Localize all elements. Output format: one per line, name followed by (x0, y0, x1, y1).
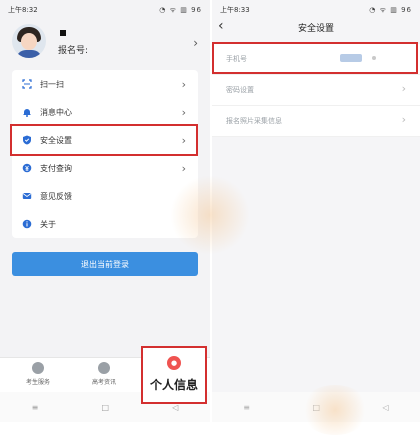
tab-news[interactable]: 高考资讯 (74, 362, 134, 386)
status-time: 上午8:32 (8, 6, 38, 14)
profile-card[interactable]: 报名号: › (0, 24, 210, 68)
menu-item-messages[interactable]: 消息中心 › (12, 98, 198, 126)
nav-home-icon[interactable]: □ (101, 403, 109, 412)
chevron-right-icon: › (401, 113, 406, 126)
person-icon: ● (167, 356, 181, 370)
settings-item-label: 报名照片采集信息 (226, 117, 282, 125)
watermark-glow (170, 175, 250, 255)
watermark-glow (300, 385, 370, 435)
profile-id-label: 报名号: (58, 46, 89, 56)
status-icons: ◔ ᯤ ▥ 96 (369, 5, 412, 14)
nav-menu-icon[interactable]: ≡ (243, 403, 250, 412)
tab-service[interactable]: 考生服务 (8, 362, 68, 386)
chevron-right-icon: › (181, 105, 186, 119)
menu-item-label: 消息中心 (40, 107, 72, 117)
menu-item-payment[interactable]: 支付查询 › (12, 154, 198, 182)
info-icon (22, 219, 32, 229)
status-icons: ◔ ᯤ ▥ 96 (159, 5, 202, 14)
menu-item-scan[interactable]: 扫一扫 › (12, 70, 198, 98)
menu-item-label: 意见反馈 (40, 191, 72, 201)
settings-item-password[interactable]: 密码设置 › (212, 75, 420, 106)
globe-icon (98, 362, 110, 374)
chevron-right-icon[interactable]: › (193, 36, 198, 50)
tab-me-label: 个人信息 (149, 378, 198, 392)
highlight-box-security (10, 124, 198, 156)
scan-icon (22, 79, 32, 89)
settings-item-label: 密码设置 (226, 86, 254, 94)
tab-label: 高考资讯 (91, 379, 116, 386)
heart-icon (32, 362, 44, 374)
chevron-right-icon: › (181, 161, 186, 175)
status-bar: 上午8:32 ◔ ᯤ ▥ 96 (0, 0, 210, 20)
logout-button[interactable]: 退出当前登录 (12, 252, 198, 276)
status-time: 上午8:33 (220, 6, 250, 14)
chevron-right-icon: › (401, 82, 406, 95)
tab-me[interactable]: ● 个人信息 (141, 346, 207, 404)
pay-icon (22, 163, 32, 173)
page-header: ‹ 安全设置 (212, 18, 420, 40)
redacted-name-block (60, 30, 66, 36)
page-title: 安全设置 (297, 24, 334, 34)
settings-item-photo[interactable]: 报名照片采集信息 › (212, 106, 420, 137)
menu-item-label: 支付查询 (40, 163, 72, 173)
tab-label: 考生服务 (25, 379, 50, 386)
mail-icon (22, 191, 32, 201)
nav-back-icon[interactable]: ◁ (383, 403, 389, 412)
avatar[interactable] (12, 24, 46, 58)
status-bar: 上午8:33 ◔ ᯤ ▥ 96 (212, 0, 420, 20)
chevron-right-icon: › (181, 77, 186, 91)
profile-name (58, 28, 66, 39)
menu-item-label: 关于 (40, 219, 56, 229)
menu-item-label: 扫一扫 (40, 79, 64, 89)
nav-menu-icon[interactable]: ≡ (32, 403, 39, 412)
bell-icon (22, 107, 32, 117)
highlight-box-phone (212, 42, 418, 74)
